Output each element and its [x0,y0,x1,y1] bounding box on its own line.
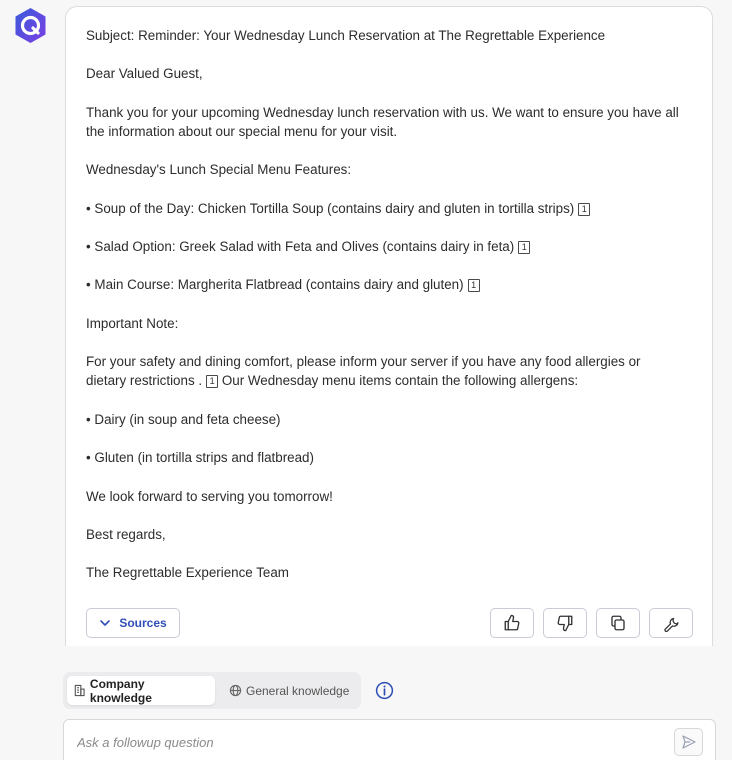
app-logo [12,7,49,44]
sources-label: Sources [119,616,167,630]
menu-item-text: • Soup of the Day: Chicken Tortilla Soup… [86,201,575,216]
send-icon [681,735,696,749]
email-subject: Subject: Reminder: Your Wednesday Lunch … [86,28,606,43]
tab-general-label: General knowledge [246,683,350,698]
followup-input-container [63,719,716,760]
menu-item-text: • Salad Option: Greek Salad with Feta an… [86,239,515,254]
info-icon [375,681,394,700]
note-heading: Important Note: [86,316,179,331]
info-button[interactable] [375,681,394,700]
email-intro: Thank you for your upcoming Wednesday lu… [86,105,679,139]
thumbs-up-icon [504,614,520,631]
safety-note: For your safety and dining comfort, plea… [86,352,676,390]
thumbs-up-button[interactable] [490,608,534,638]
send-button[interactable] [674,728,703,756]
knowledge-source-toggle: Company knowledge General knowledge [63,672,361,709]
email-greeting: Dear Valued Guest, [86,66,203,81]
thumbs-down-button[interactable] [543,608,587,638]
sources-button[interactable]: Sources [86,608,180,638]
menu-item: • Soup of the Day: Chicken Tortilla Soup… [86,199,591,218]
features-heading: Wednesday's Lunch Special Menu Features: [86,162,352,177]
globe-icon [229,684,242,697]
citation-marker[interactable]: 1 [467,279,480,292]
assistant-message-card: Subject: Reminder: Your Wednesday Lunch … [65,6,713,646]
allergen-item: • Dairy (in soup and feta cheese) [86,412,281,427]
chevron-down-icon [100,620,111,626]
citation-marker[interactable]: 1 [578,203,591,216]
menu-item: • Salad Option: Greek Salad with Feta an… [86,237,531,256]
tab-company-label: Company knowledge [89,676,152,705]
copy-icon [611,615,625,631]
settings-button[interactable] [649,608,693,638]
email-signoff: Best regards, [86,527,166,542]
wrench-icon [663,617,679,632]
tab-company-knowledge[interactable]: Company knowledge [67,676,215,705]
menu-item-text: • Main Course: Margherita Flatbread (con… [86,277,464,292]
followup-input[interactable] [77,732,667,752]
allergen-item: • Gluten (in tortilla strips and flatbre… [86,450,314,465]
citation-marker[interactable]: 1 [518,241,531,254]
citation-marker[interactable]: 1 [206,375,219,388]
copy-button[interactable] [596,608,640,638]
thumbs-down-icon [557,615,573,632]
safety-text-after: Our Wednesday menu items contain the fol… [221,373,579,388]
tab-general-knowledge[interactable]: General knowledge [223,676,355,705]
menu-item: • Main Course: Margherita Flatbread (con… [86,275,480,294]
email-closing: We look forward to serving you tomorrow! [86,489,333,504]
email-signature: The Regrettable Experience Team [86,565,289,580]
building-icon [74,684,85,697]
